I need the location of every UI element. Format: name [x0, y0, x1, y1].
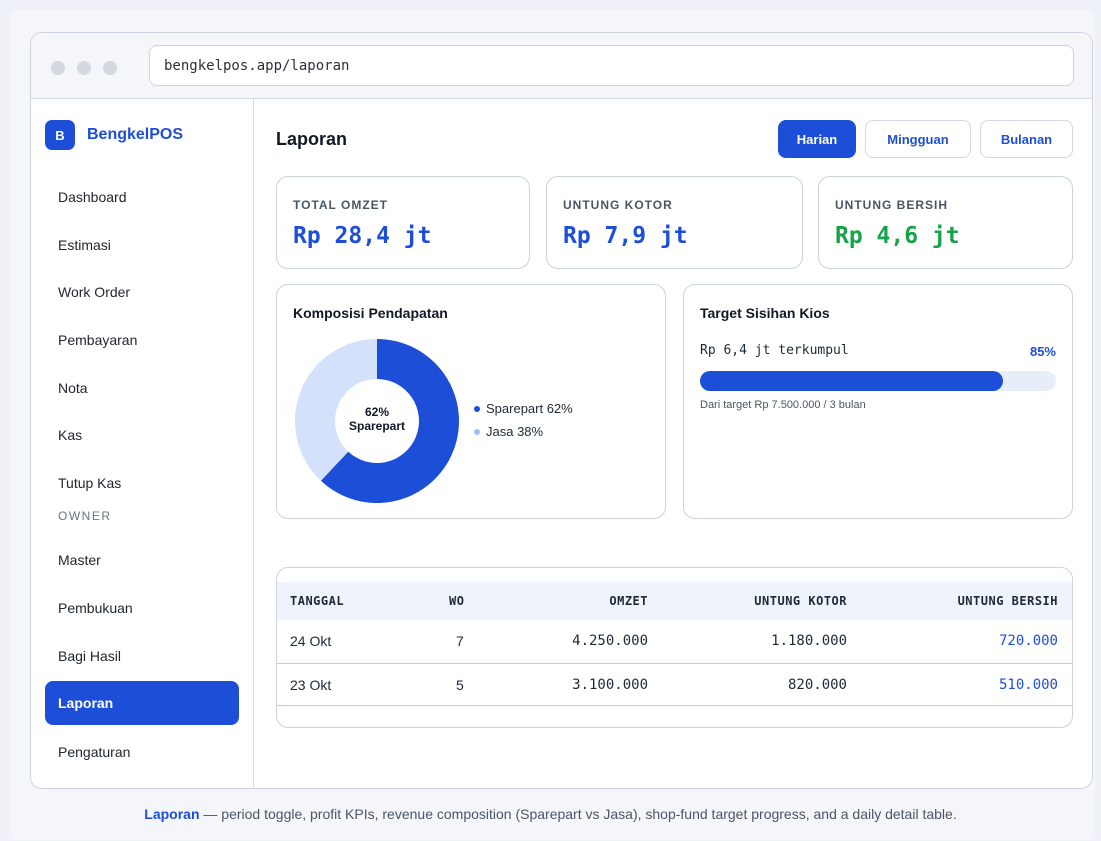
- cell-untung-kotor: 1.180.000: [771, 633, 847, 649]
- target-percent: 85%: [1029, 344, 1056, 359]
- sidebar-item-estimasi[interactable]: Estimasi: [45, 223, 239, 267]
- detail-table: TANGGAL WO OMZET UNTUNG KOTOR UNTUNG BER…: [276, 567, 1073, 728]
- cell-untung-bersih: 720.000: [998, 633, 1058, 649]
- cell-tanggal: 24 Okt: [290, 633, 332, 649]
- table-row[interactable]: 23 Okt 5 3.100.000 820.000 510.000: [277, 664, 1072, 706]
- sidebar-item-dashboard[interactable]: Dashboard: [45, 175, 239, 219]
- sidebar: B BengkelPOS Dashboard Estimasi Work Ord…: [31, 99, 254, 788]
- sidebar-item-pembayaran[interactable]: Pembayaran: [45, 318, 239, 362]
- kpi-card-untung-kotor: UNTUNG KOTOR Rp 7,9 jt: [546, 176, 803, 269]
- figure-caption: Laporan — period toggle, profit KPIs, re…: [0, 806, 1101, 822]
- target-progress-track: [700, 371, 1056, 391]
- kpi-value: Rp 7,9 jt: [563, 223, 688, 249]
- sidebar-item-tutup-kas[interactable]: Tutup Kas: [45, 461, 239, 505]
- period-toggle-harian[interactable]: Harian: [778, 120, 856, 158]
- target-progress-fill: [700, 371, 1003, 391]
- cell-untung-kotor: 820.000: [787, 677, 847, 693]
- composition-card: Komposisi Pendapatan 62% Sparepart Spare…: [276, 284, 666, 519]
- column-header-omzet: OMZET: [609, 594, 648, 608]
- column-header-untung-kotor: UNTUNG KOTOR: [754, 594, 847, 608]
- sidebar-item-bagi-hasil[interactable]: Bagi Hasil: [45, 634, 239, 678]
- cell-omzet: 3.100.000: [572, 677, 648, 693]
- window-dot-icon[interactable]: [103, 61, 117, 75]
- window-dot-icon[interactable]: [77, 61, 91, 75]
- target-title: Target Sisihan Kios: [700, 305, 830, 321]
- period-toggle-bulanan[interactable]: Bulanan: [980, 120, 1073, 158]
- sidebar-item-laporan[interactable]: Laporan: [45, 681, 239, 725]
- legend-dot-icon: [474, 428, 480, 435]
- legend-item-jasa: Jasa 38%: [474, 424, 543, 439]
- cell-wo: 5: [456, 677, 464, 693]
- sidebar-item-master[interactable]: Master: [45, 538, 239, 582]
- kpi-value: Rp 28,4 jt: [293, 223, 432, 249]
- page-title: Laporan: [276, 129, 348, 149]
- kpi-label: UNTUNG KOTOR: [563, 198, 673, 212]
- address-bar[interactable]: bengkelpos.app/laporan: [149, 45, 1074, 86]
- browser-titlebar: bengkelpos.app/laporan: [31, 33, 1092, 99]
- brand-logo-icon: B: [45, 120, 75, 150]
- caption-text: — period toggle, profit KPIs, revenue co…: [199, 806, 957, 822]
- composition-title: Komposisi Pendapatan: [293, 305, 448, 321]
- sidebar-section-owner: OWNER: [58, 509, 112, 523]
- target-collected: Rp 6,4 jt terkumpul: [700, 343, 849, 358]
- target-card: Target Sisihan Kios Rp 6,4 jt terkumpul …: [683, 284, 1073, 519]
- donut-center-label: 62% Sparepart: [337, 405, 417, 433]
- caption-title: Laporan: [144, 806, 200, 822]
- cell-omzet: 4.250.000: [572, 633, 648, 649]
- donut-center-category: Sparepart: [348, 419, 406, 433]
- window-dot-icon[interactable]: [51, 61, 65, 75]
- column-header-untung-bersih: UNTUNG BERSIH: [957, 594, 1058, 608]
- legend-dot-icon: [474, 405, 480, 412]
- kpi-card-untung-bersih: UNTUNG BERSIH Rp 4,6 jt: [818, 176, 1073, 269]
- cell-tanggal: 23 Okt: [290, 677, 332, 693]
- kpi-card-total-omzet: TOTAL OMZET Rp 28,4 jt: [276, 176, 530, 269]
- legend-item-sparepart: Sparepart 62%: [474, 401, 573, 416]
- brand-name: BengkelPOS: [87, 126, 184, 143]
- sidebar-item-nota[interactable]: Nota: [45, 366, 239, 410]
- sidebar-item-pengaturan[interactable]: Pengaturan: [45, 730, 239, 774]
- cell-wo: 7: [456, 633, 464, 649]
- sidebar-item-work-order[interactable]: Work Order: [45, 270, 239, 314]
- sidebar-item-kas[interactable]: Kas: [45, 413, 239, 457]
- table-header-row: TANGGAL WO OMZET UNTUNG KOTOR UNTUNG BER…: [277, 582, 1072, 620]
- kpi-label: TOTAL OMZET: [293, 198, 388, 212]
- donut-center-percent: 62%: [364, 405, 390, 419]
- sidebar-item-pembukuan[interactable]: Pembukuan: [45, 586, 239, 630]
- legend-label: Jasa 38%: [486, 424, 544, 439]
- kpi-label: UNTUNG BERSIH: [835, 198, 949, 212]
- period-toggle-mingguan[interactable]: Mingguan: [865, 120, 971, 158]
- kpi-value: Rp 4,6 jt: [835, 223, 960, 249]
- browser-window: bengkelpos.app/laporan B BengkelPOS Dash…: [30, 32, 1093, 789]
- column-header-tanggal: TANGGAL: [290, 594, 345, 608]
- legend-label: Sparepart 62%: [486, 401, 573, 416]
- brand[interactable]: B BengkelPOS: [45, 120, 183, 150]
- main-content: Laporan Harian Mingguan Bulanan TOTAL OM…: [255, 99, 1092, 788]
- target-note: Dari target Rp 7.500.000 / 3 bulan: [700, 399, 866, 411]
- table-row[interactable]: 24 Okt 7 4.250.000 1.180.000 720.000: [277, 620, 1072, 664]
- column-header-wo: WO: [449, 594, 465, 608]
- cell-untung-bersih: 510.000: [998, 677, 1058, 693]
